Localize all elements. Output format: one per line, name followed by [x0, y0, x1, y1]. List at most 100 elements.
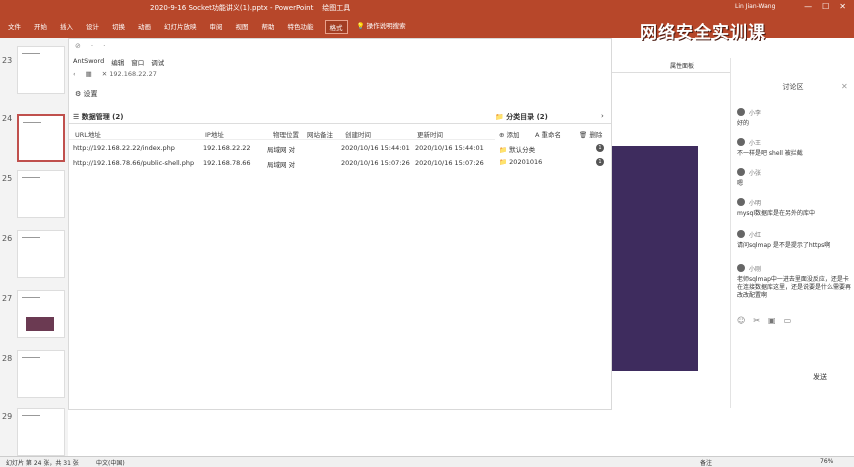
row-url[interactable]: http://192.168.22.22/index.php: [73, 144, 175, 152]
tab-features[interactable]: 特色功能: [286, 20, 316, 34]
slide-thumbnail[interactable]: [17, 290, 65, 338]
col-updated[interactable]: 更新时间: [417, 129, 443, 139]
emoji-icon[interactable]: ☺: [737, 316, 745, 325]
tab-slideshow[interactable]: 幻灯片放映: [162, 20, 199, 34]
close-icon[interactable]: ✕: [839, 2, 846, 11]
user-name[interactable]: Lin Jian-Wang: [735, 3, 775, 10]
chat-message: 小李 好的: [737, 108, 762, 127]
settings-button[interactable]: ⚙ 设置: [75, 89, 98, 99]
app-icon: ⊘: [75, 42, 81, 50]
chat-message: 小刚 老师sqlmap中一进去里面没反应，还是卡在连接数据库这里，还是说要是什么…: [737, 264, 852, 299]
slide-thumbnails: 23 24 25 26 27 28 29: [0, 38, 68, 456]
chat-message: 小张 嗯: [737, 168, 762, 187]
col-created[interactable]: 创建时间: [345, 129, 371, 139]
row-location[interactable]: 局域网 对: [267, 159, 295, 169]
menu-bar: AntSword 编辑 窗口 调试: [73, 57, 164, 67]
slide-thumbnail[interactable]: [17, 170, 65, 218]
tell-me-search[interactable]: 💡 操作说明搜索: [357, 20, 406, 34]
file-icon[interactable]: ▭: [784, 316, 792, 325]
data-panel-title: ☰ 数据管理 (2): [73, 113, 124, 121]
tab-review[interactable]: 审阅: [208, 20, 225, 34]
tab-view[interactable]: 视图: [234, 20, 251, 34]
dot-icon: ·: [103, 42, 106, 50]
menu-antsword[interactable]: AntSword: [73, 57, 104, 67]
row-updated[interactable]: 2020/10/16 15:44:01: [415, 144, 484, 152]
image-icon[interactable]: ▣: [768, 316, 776, 325]
slide-thumbnail-active[interactable]: [17, 114, 65, 162]
antsword-window: ⊘ · · AntSword 编辑 窗口 调试 ‹ ▦ ✕ 192.168.22…: [68, 38, 612, 410]
row-ip[interactable]: 192.168.22.22: [203, 144, 251, 152]
divider: [69, 123, 611, 124]
add-category-button[interactable]: ⊕ 添加: [499, 129, 520, 139]
slide-number: 25: [2, 174, 13, 183]
slide-number: 26: [2, 234, 13, 243]
col-url[interactable]: URL地址: [75, 129, 101, 139]
avatar: [737, 264, 745, 272]
chevron-right-icon[interactable]: ›: [601, 112, 604, 120]
window-controls: — ☐ ✕: [804, 2, 846, 11]
tab-design[interactable]: 设计: [84, 20, 101, 34]
tab-help[interactable]: 帮助: [260, 20, 277, 34]
slide-number: 28: [2, 354, 13, 363]
avatar: [737, 230, 745, 238]
chat-toolbar: ☺ ✂ ▣ ▭: [737, 316, 791, 325]
category-panel-title: 📁 分类目录 (2): [495, 113, 548, 121]
row-url[interactable]: http://192.168.78.66/public-shell.php: [73, 159, 194, 167]
avatar: [737, 168, 745, 176]
slide-thumbnail[interactable]: [17, 408, 65, 456]
minimize-icon[interactable]: —: [804, 2, 812, 11]
scissors-icon[interactable]: ✂: [753, 316, 760, 325]
row-ip[interactable]: 192.168.78.66: [203, 159, 251, 167]
tab-format[interactable]: 格式: [324, 20, 348, 34]
ribbon: 2020-9-16 Socket功能讲义(1).pptx - PowerPoin…: [0, 0, 854, 43]
slide-thumbnail[interactable]: [17, 46, 65, 94]
properties-label: 属性面板: [670, 63, 695, 70]
tab-bar: ‹ ▦ ✕ 192.168.22.27: [73, 70, 157, 78]
slide-thumbnail[interactable]: [17, 230, 65, 278]
chat-message: 小王 不一样是吧 shell 被拦截: [737, 138, 803, 157]
row-updated[interactable]: 2020/10/16 15:07:26: [415, 159, 484, 167]
tab-insert[interactable]: 插入: [58, 20, 75, 34]
document-title: 2020-9-16 Socket功能讲义(1).pptx - PowerPoin…: [150, 4, 351, 12]
slide-image: [612, 146, 698, 371]
tab-transitions[interactable]: 切换: [110, 20, 127, 34]
back-icon[interactable]: ‹: [73, 70, 76, 78]
menu-window[interactable]: 窗口: [131, 57, 144, 67]
tab-animations[interactable]: 动画: [136, 20, 153, 34]
avatar: [737, 108, 745, 116]
maximize-icon[interactable]: ☐: [822, 2, 829, 11]
status-bar: 幻灯片 第 24 张，共 31 张 中文(中国) 备注 76%: [0, 456, 854, 467]
ribbon-tabs: 文件 开始 插入 设计 切换 动画 幻灯片放映 审阅 视图 帮助 特色功能 格式…: [6, 20, 406, 34]
category-item[interactable]: 📁 20201016: [499, 158, 542, 166]
window-icons: ⊘ · ·: [75, 42, 105, 50]
discussion-title: 讨论区: [782, 83, 804, 91]
slide-thumbnail[interactable]: [17, 350, 65, 398]
rename-category-button[interactable]: A 重命名: [535, 129, 561, 139]
slide-number: 23: [2, 56, 13, 65]
category-item[interactable]: 📁 默认分类: [499, 144, 535, 154]
row-created[interactable]: 2020/10/16 15:44:01: [341, 144, 410, 152]
col-note[interactable]: 网站备注: [307, 129, 333, 139]
menu-debug[interactable]: 调试: [151, 57, 164, 67]
tab-file[interactable]: 文件: [6, 20, 23, 34]
grid-icon[interactable]: ▦: [86, 70, 92, 78]
delete-category-button[interactable]: 🗑 删除: [579, 129, 602, 139]
close-icon[interactable]: ✕: [841, 82, 848, 91]
col-location[interactable]: 物理位置: [273, 129, 299, 139]
slide-toolbar: 属性面板: [612, 58, 730, 73]
tab-address[interactable]: ✕ 192.168.22.27: [102, 70, 157, 78]
row-created[interactable]: 2020/10/16 15:07:26: [341, 159, 410, 167]
menu-edit[interactable]: 编辑: [111, 57, 124, 67]
category-count-badge: 1: [596, 144, 604, 152]
tab-home[interactable]: 开始: [32, 20, 49, 34]
col-ip[interactable]: IP地址: [205, 129, 224, 139]
avatar: [737, 138, 745, 146]
avatar: [737, 198, 745, 206]
send-button[interactable]: 发送: [813, 372, 827, 382]
slide-number: 29: [2, 412, 13, 421]
row-location[interactable]: 局域网 对: [267, 144, 295, 154]
chat-message: 小明 mysql数据库是在另外的库中: [737, 198, 815, 217]
slide-number: 24: [2, 114, 13, 123]
zoom-level[interactable]: 76%: [820, 458, 833, 465]
watermark: 网络安全实训课: [640, 23, 766, 43]
